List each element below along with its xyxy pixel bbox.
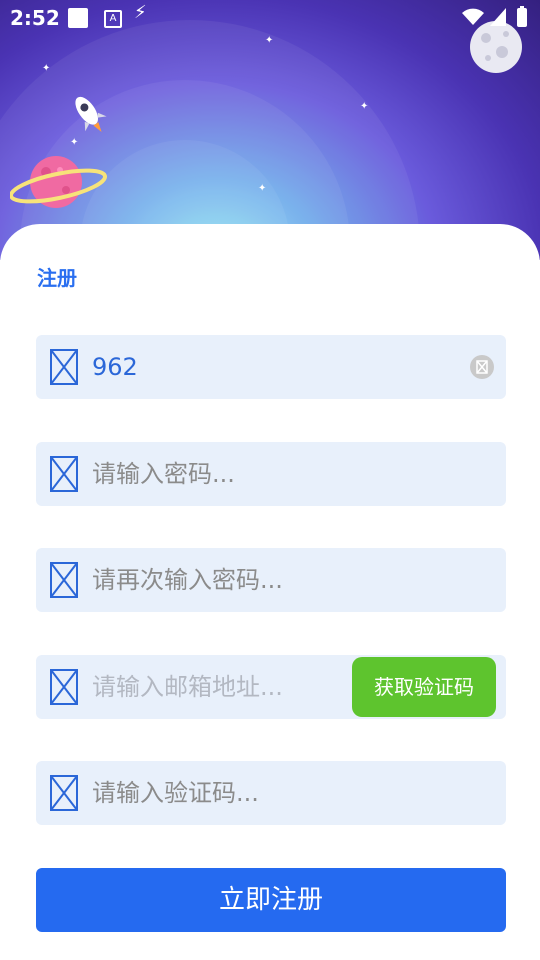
password-input[interactable]: 请输入密码... [92,442,235,506]
broken-image-icon [50,775,78,811]
notification-a-icon: A [104,10,122,28]
confirm-password-input[interactable]: 请再次输入密码... [92,548,283,612]
confirm-password-field[interactable]: 请再次输入密码... [36,548,506,612]
star-icon: ✦ [265,35,274,46]
verification-code-input[interactable]: 请输入验证码... [92,761,259,825]
star-icon: ✦ [360,101,369,112]
signal-icon [490,8,506,26]
register-button[interactable]: 立即注册 [36,868,506,932]
username-field[interactable]: 962 [36,335,506,399]
planet-icon [10,156,108,208]
battery-icon [517,6,527,27]
verification-code-field[interactable]: 请输入验证码... [36,761,506,825]
broken-image-icon [50,456,78,492]
password-field[interactable]: 请输入密码... [36,442,506,506]
clear-icon[interactable] [470,355,494,379]
status-time: 2:52 [10,6,60,30]
rocket-icon [75,96,107,133]
username-input[interactable]: 962 [92,335,138,399]
wifi-icon [462,8,484,25]
header-illustration: ✦ ✦ ✦ ✦ ✦ [0,0,540,260]
broken-image-icon [50,349,78,385]
page-title: 注册 [37,266,77,290]
notification-icon [68,8,88,28]
keyboard-flash-icon: ⚡ [134,2,147,23]
get-code-button[interactable]: 获取验证码 [352,657,496,717]
star-icon: ✦ [42,63,51,74]
broken-image-icon [50,562,78,598]
broken-image-icon [50,669,78,705]
star-icon: ✦ [258,183,267,194]
status-bar: 2:52 A ⚡ [0,0,540,36]
email-input[interactable]: 请输入邮箱地址... [92,655,283,719]
